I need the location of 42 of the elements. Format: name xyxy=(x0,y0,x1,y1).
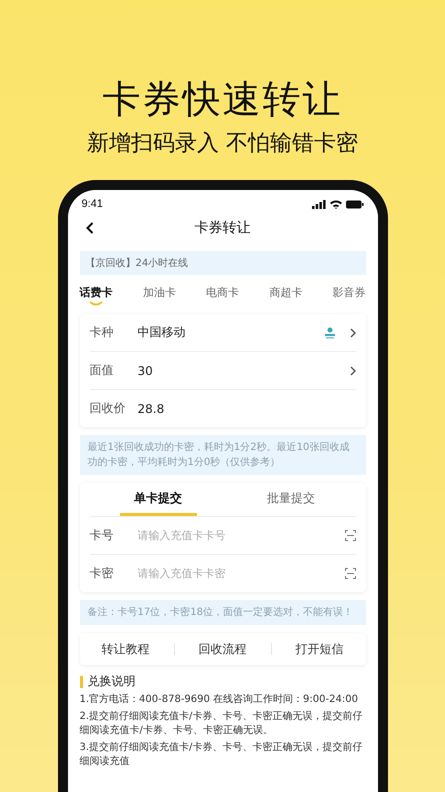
service-banner: 【京回收】24小时在线 xyxy=(80,251,366,275)
scan-icon[interactable] xyxy=(344,530,356,541)
category-tab[interactable]: 话费卡 xyxy=(80,283,112,306)
instruction-item: 2.提交前仔细阅读充值卡/卡券、卡号、卡密正确无误，提交前仔细阅读充值卡/卡券、卡号、卡密正确无误。 xyxy=(80,710,364,738)
field-value: 28.8 xyxy=(138,402,166,416)
action-link[interactable]: 回收流程 xyxy=(198,640,246,658)
field-label: 面值 xyxy=(90,362,114,379)
headline: 卡券快速转让 xyxy=(102,76,342,122)
chevron-right-icon[interactable] xyxy=(350,366,356,376)
back-icon[interactable] xyxy=(86,222,94,234)
submit-tab[interactable]: 批量提交 xyxy=(226,483,356,516)
status-time: 9:41 xyxy=(82,198,103,210)
category-tab[interactable]: 加油卡 xyxy=(142,283,176,306)
accent-bar xyxy=(80,676,82,688)
field-value: 中国移动 xyxy=(138,324,186,341)
field-label: 卡号 xyxy=(90,527,114,544)
action-link[interactable]: 打开短信 xyxy=(296,640,344,658)
field-value: 30 xyxy=(138,364,154,378)
battery-icon xyxy=(346,200,364,208)
page-title: 卡券转让 xyxy=(194,219,250,237)
scan-icon[interactable] xyxy=(344,568,356,579)
instruction-item: 3.提交前仔细阅读充值卡/卡券、卡号、卡密正确无误，提交前仔细阅读充值 xyxy=(80,741,364,769)
signal-icon xyxy=(312,200,326,208)
category-tab[interactable]: 商超卡 xyxy=(269,283,302,306)
submit-tab[interactable]: 单卡提交 xyxy=(120,483,197,516)
instruction-item: 1.官方电话：400-878-9690 在线咨询工作时间：9:00-24:00 xyxy=(80,693,359,707)
field-label: 回收价 xyxy=(90,400,126,417)
subtitle: 新增扫码录入 不怕输错卡密 xyxy=(87,130,358,158)
input-field[interactable]: 请输入充值卡卡密 xyxy=(138,567,338,580)
remark-note: 备注：卡号17位，卡密18位，面值一定要选对，不能有误！ xyxy=(80,600,366,625)
field-label: 卡密 xyxy=(90,565,114,582)
wifi-icon xyxy=(330,200,342,208)
chevron-right-icon[interactable] xyxy=(350,328,356,338)
input-field[interactable]: 请输入充值卡卡号 xyxy=(138,529,338,542)
timing-note: 最近1张回收成功的卡密，耗时为1分2秒。最近10张回收成功的卡密，平均耗时为1分0秒（仅供参考） xyxy=(80,435,366,475)
category-tab[interactable]: 电商卡 xyxy=(206,283,239,306)
section-title: 兑换说明 xyxy=(88,673,136,690)
action-link[interactable]: 转让教程 xyxy=(102,640,150,658)
field-label: 卡种 xyxy=(90,324,114,341)
tab-indicator xyxy=(89,301,103,306)
category-tab[interactable]: 影音券 xyxy=(332,283,366,306)
carrier-logo-icon xyxy=(324,326,336,338)
